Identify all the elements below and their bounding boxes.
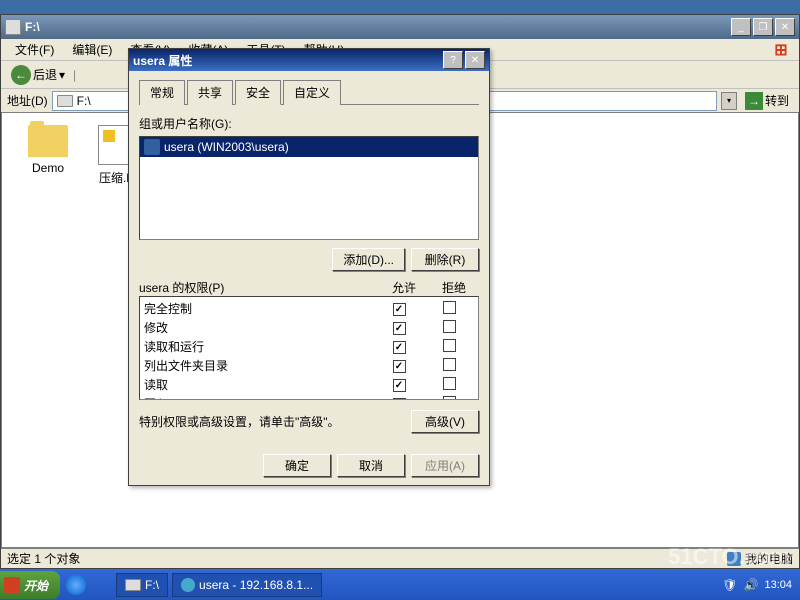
special-text: 特别权限或高级设置，请单击"高级"。 [139, 413, 403, 430]
windows-logo-icon: ⊞ [767, 39, 795, 61]
tray-icon[interactable]: 🛡 [722, 578, 737, 592]
cancel-button[interactable]: 取消 [337, 454, 405, 477]
deny-checkbox[interactable] [443, 320, 456, 333]
back-arrow-icon: ← [11, 65, 31, 85]
go-arrow-icon: → [745, 92, 763, 110]
apply-button[interactable]: 应用(A) [411, 454, 479, 477]
permission-row: 完全控制 [142, 299, 476, 318]
minimize-button[interactable]: _ [731, 18, 751, 36]
dialog-title: usera 属性 [133, 52, 443, 69]
permission-name: 修改 [144, 319, 374, 336]
clock[interactable]: 13:04 [764, 579, 792, 591]
advanced-button[interactable]: 高级(V) [411, 410, 479, 433]
allow-checkbox[interactable] [393, 360, 406, 373]
user-item[interactable]: usera (WIN2003\usera) [140, 137, 478, 157]
tab-general[interactable]: 常规 [139, 80, 185, 105]
properties-dialog: usera 属性 ? ✕ 常规 共享 安全 自定义 组或用户名称(G): use… [128, 48, 490, 486]
user-label: usera (WIN2003\usera) [164, 140, 289, 154]
back-button[interactable]: ← 后退 ▾ [7, 63, 69, 87]
ok-button[interactable]: 确定 [263, 454, 331, 477]
status-text: 选定 1 个对象 [7, 550, 80, 567]
ql-ie-icon[interactable] [66, 575, 86, 595]
go-button[interactable]: → 转到 [741, 90, 793, 112]
explorer-titlebar: F:\ _ ❐ ✕ [1, 15, 799, 39]
remove-button[interactable]: 删除(R) [411, 248, 479, 271]
tabs: 常规 共享 安全 自定义 [139, 79, 479, 105]
taskbar: 开始 F:\ usera - 192.168.8.1... 🛡 🔊 13:04 [0, 570, 800, 600]
system-tray: 🛡 🔊 13:04 [714, 578, 800, 592]
address-value: F:\ [77, 94, 91, 108]
allow-checkbox[interactable] [393, 303, 406, 316]
permission-name: 写入 [144, 395, 374, 400]
task-label: F:\ [145, 578, 159, 592]
add-button[interactable]: 添加(D)... [332, 248, 405, 271]
task-explorer[interactable]: F:\ [116, 573, 168, 597]
window-title: F:\ [25, 20, 731, 34]
address-label: 地址(D) [7, 92, 48, 109]
group-users-label: 组或用户名称(G): [139, 115, 479, 132]
permission-name: 读取和运行 [144, 338, 374, 355]
close-button[interactable]: ✕ [775, 18, 795, 36]
permission-row: 修改 [142, 318, 476, 337]
back-label: 后退 [33, 66, 57, 83]
menu-edit[interactable]: 编辑(E) [64, 39, 120, 60]
permissions-label: usera 的权限(P) [139, 279, 379, 296]
file-item-demo[interactable]: Demo [18, 125, 78, 175]
allow-column: 允许 [379, 279, 429, 296]
deny-checkbox[interactable] [443, 377, 456, 390]
watermark: 51CTO.com [668, 544, 790, 570]
deny-checkbox[interactable] [443, 339, 456, 352]
permission-name: 完全控制 [144, 300, 374, 317]
permission-row: 列出文件夹目录 [142, 356, 476, 375]
permission-name: 列出文件夹目录 [144, 357, 374, 374]
allow-checkbox[interactable] [393, 398, 406, 400]
allow-checkbox[interactable] [393, 341, 406, 354]
remote-icon [181, 578, 195, 592]
ql-desktop-icon[interactable] [88, 575, 108, 595]
quick-launch [60, 575, 114, 595]
address-dropdown-button[interactable]: ▾ [721, 92, 737, 110]
tab-security[interactable]: 安全 [235, 80, 281, 105]
help-button[interactable]: ? [443, 51, 463, 69]
permission-name: 读取 [144, 376, 374, 393]
maximize-button[interactable]: ❐ [753, 18, 773, 36]
start-label: 开始 [24, 577, 48, 594]
dialog-titlebar: usera 属性 ? ✕ [129, 49, 489, 71]
users-listbox[interactable]: usera (WIN2003\usera) [139, 136, 479, 240]
deny-checkbox[interactable] [443, 358, 456, 371]
allow-checkbox[interactable] [393, 322, 406, 335]
task-remote[interactable]: usera - 192.168.8.1... [172, 573, 322, 597]
tab-custom[interactable]: 自定义 [283, 80, 341, 105]
user-icon [144, 139, 160, 155]
drive-icon [125, 579, 141, 591]
allow-checkbox[interactable] [393, 379, 406, 392]
tab-sharing[interactable]: 共享 [187, 80, 233, 105]
back-dropdown-icon: ▾ [59, 68, 65, 82]
drive-icon [5, 19, 21, 35]
deny-checkbox[interactable] [443, 301, 456, 314]
permission-row: 读取和运行 [142, 337, 476, 356]
file-label: Demo [18, 161, 78, 175]
task-label: usera - 192.168.8.1... [199, 578, 313, 592]
permissions-listbox[interactable]: 完全控制修改读取和运行列出文件夹目录读取写入特别的权限 [139, 296, 479, 400]
folder-icon [28, 125, 68, 157]
drive-icon [57, 95, 73, 107]
deny-column: 拒绝 [429, 279, 479, 296]
go-label: 转到 [765, 92, 789, 109]
permissions-header: usera 的权限(P) 允许 拒绝 [139, 279, 479, 296]
tray-icon[interactable]: 🔊 [744, 578, 759, 592]
deny-checkbox[interactable] [443, 396, 456, 401]
permission-row: 读取 [142, 375, 476, 394]
dialog-close-button[interactable]: ✕ [465, 51, 485, 69]
start-button[interactable]: 开始 [0, 571, 60, 599]
menu-file[interactable]: 文件(F) [7, 39, 62, 60]
permission-row: 写入 [142, 394, 476, 400]
